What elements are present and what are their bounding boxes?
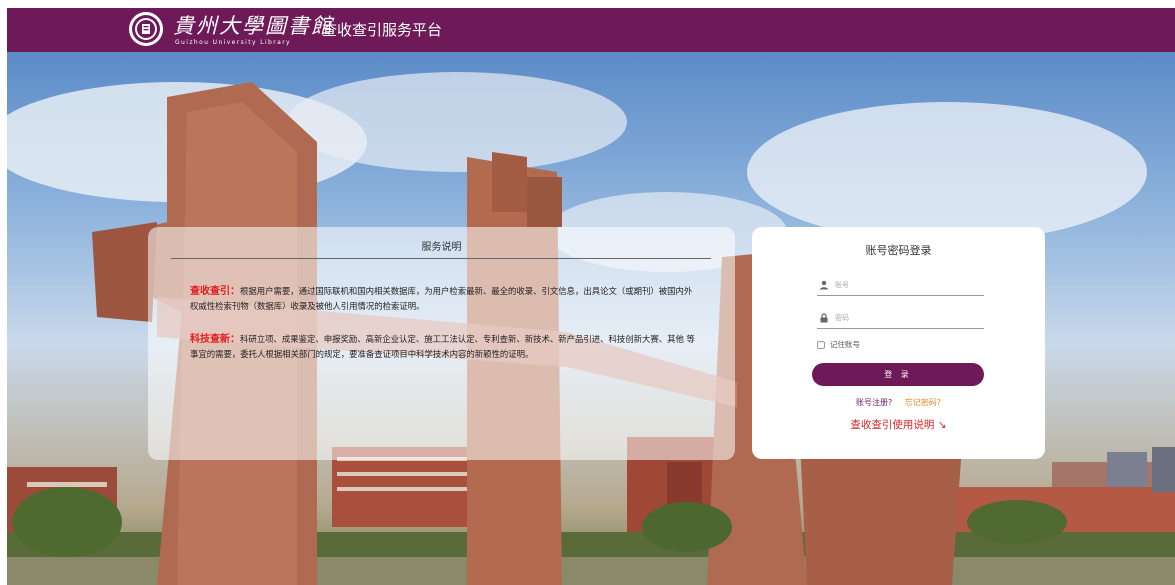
seal-icon (132, 15, 160, 43)
login-button[interactable]: 登 录 (812, 363, 984, 386)
library-name-cn: 貴州大學圖書館 (173, 14, 334, 38)
novelty-keyword: 科技查新： (190, 334, 240, 345)
remember-account[interactable]: 记住账号 (817, 340, 860, 350)
password-field[interactable] (817, 307, 984, 329)
remember-label: 记住账号 (830, 340, 860, 349)
usage-guide-link[interactable]: 查收查引使用说明 ↘ (752, 418, 1045, 432)
login-title: 账号密码登录 (865, 244, 932, 257)
citation-keyword: 查收查引： (190, 286, 240, 297)
account-links: 账号注册? 忘记密码? (752, 397, 1045, 409)
service-paragraph-citation: 查收查引：根据用户需要，通过国际联机和国内相关数据库，为用户检索最新、最全的收录… (190, 284, 700, 314)
username-field[interactable] (817, 274, 984, 296)
login-panel: 账号密码登录 记住账号 登 录 账号注册? 忘记密码? 查收查引使用说明 ↘ (752, 227, 1045, 459)
novelty-description: 科研立项、成果鉴定、申报奖励、高新企业认定、施工工法认定、专利查新、新技术、新产… (190, 334, 695, 359)
forgot-password-link[interactable]: 忘记密码? (905, 398, 941, 407)
password-input[interactable] (835, 313, 975, 322)
citation-description: 根据用户需要，通过国际联机和国内相关数据库，为用户检索最新、最全的收录、引文信息… (190, 286, 693, 311)
username-input[interactable] (835, 280, 975, 289)
platform-title: 查收查引服务平台 (322, 21, 443, 39)
library-seal-logo[interactable] (129, 12, 163, 46)
library-name-en: Guizhou University Library (175, 39, 292, 46)
top-header-bar: 貴州大學圖書館 Guizhou University Library 查收查引服… (7, 8, 1175, 52)
remember-checkbox[interactable] (817, 341, 825, 349)
register-link[interactable]: 账号注册? (856, 398, 892, 407)
lock-icon (820, 312, 828, 322)
service-panel-title: 服务说明 (421, 242, 462, 253)
service-description-panel: 服务说明 查收查引：根据用户需要，通过国际联机和国内相关数据库，为用户检索最新、… (148, 227, 735, 460)
divider (171, 258, 711, 259)
service-paragraph-novelty: 科技查新：科研立项、成果鉴定、申报奖励、高新企业认定、施工工法认定、专利查新、新… (190, 332, 700, 362)
user-icon (820, 280, 828, 289)
